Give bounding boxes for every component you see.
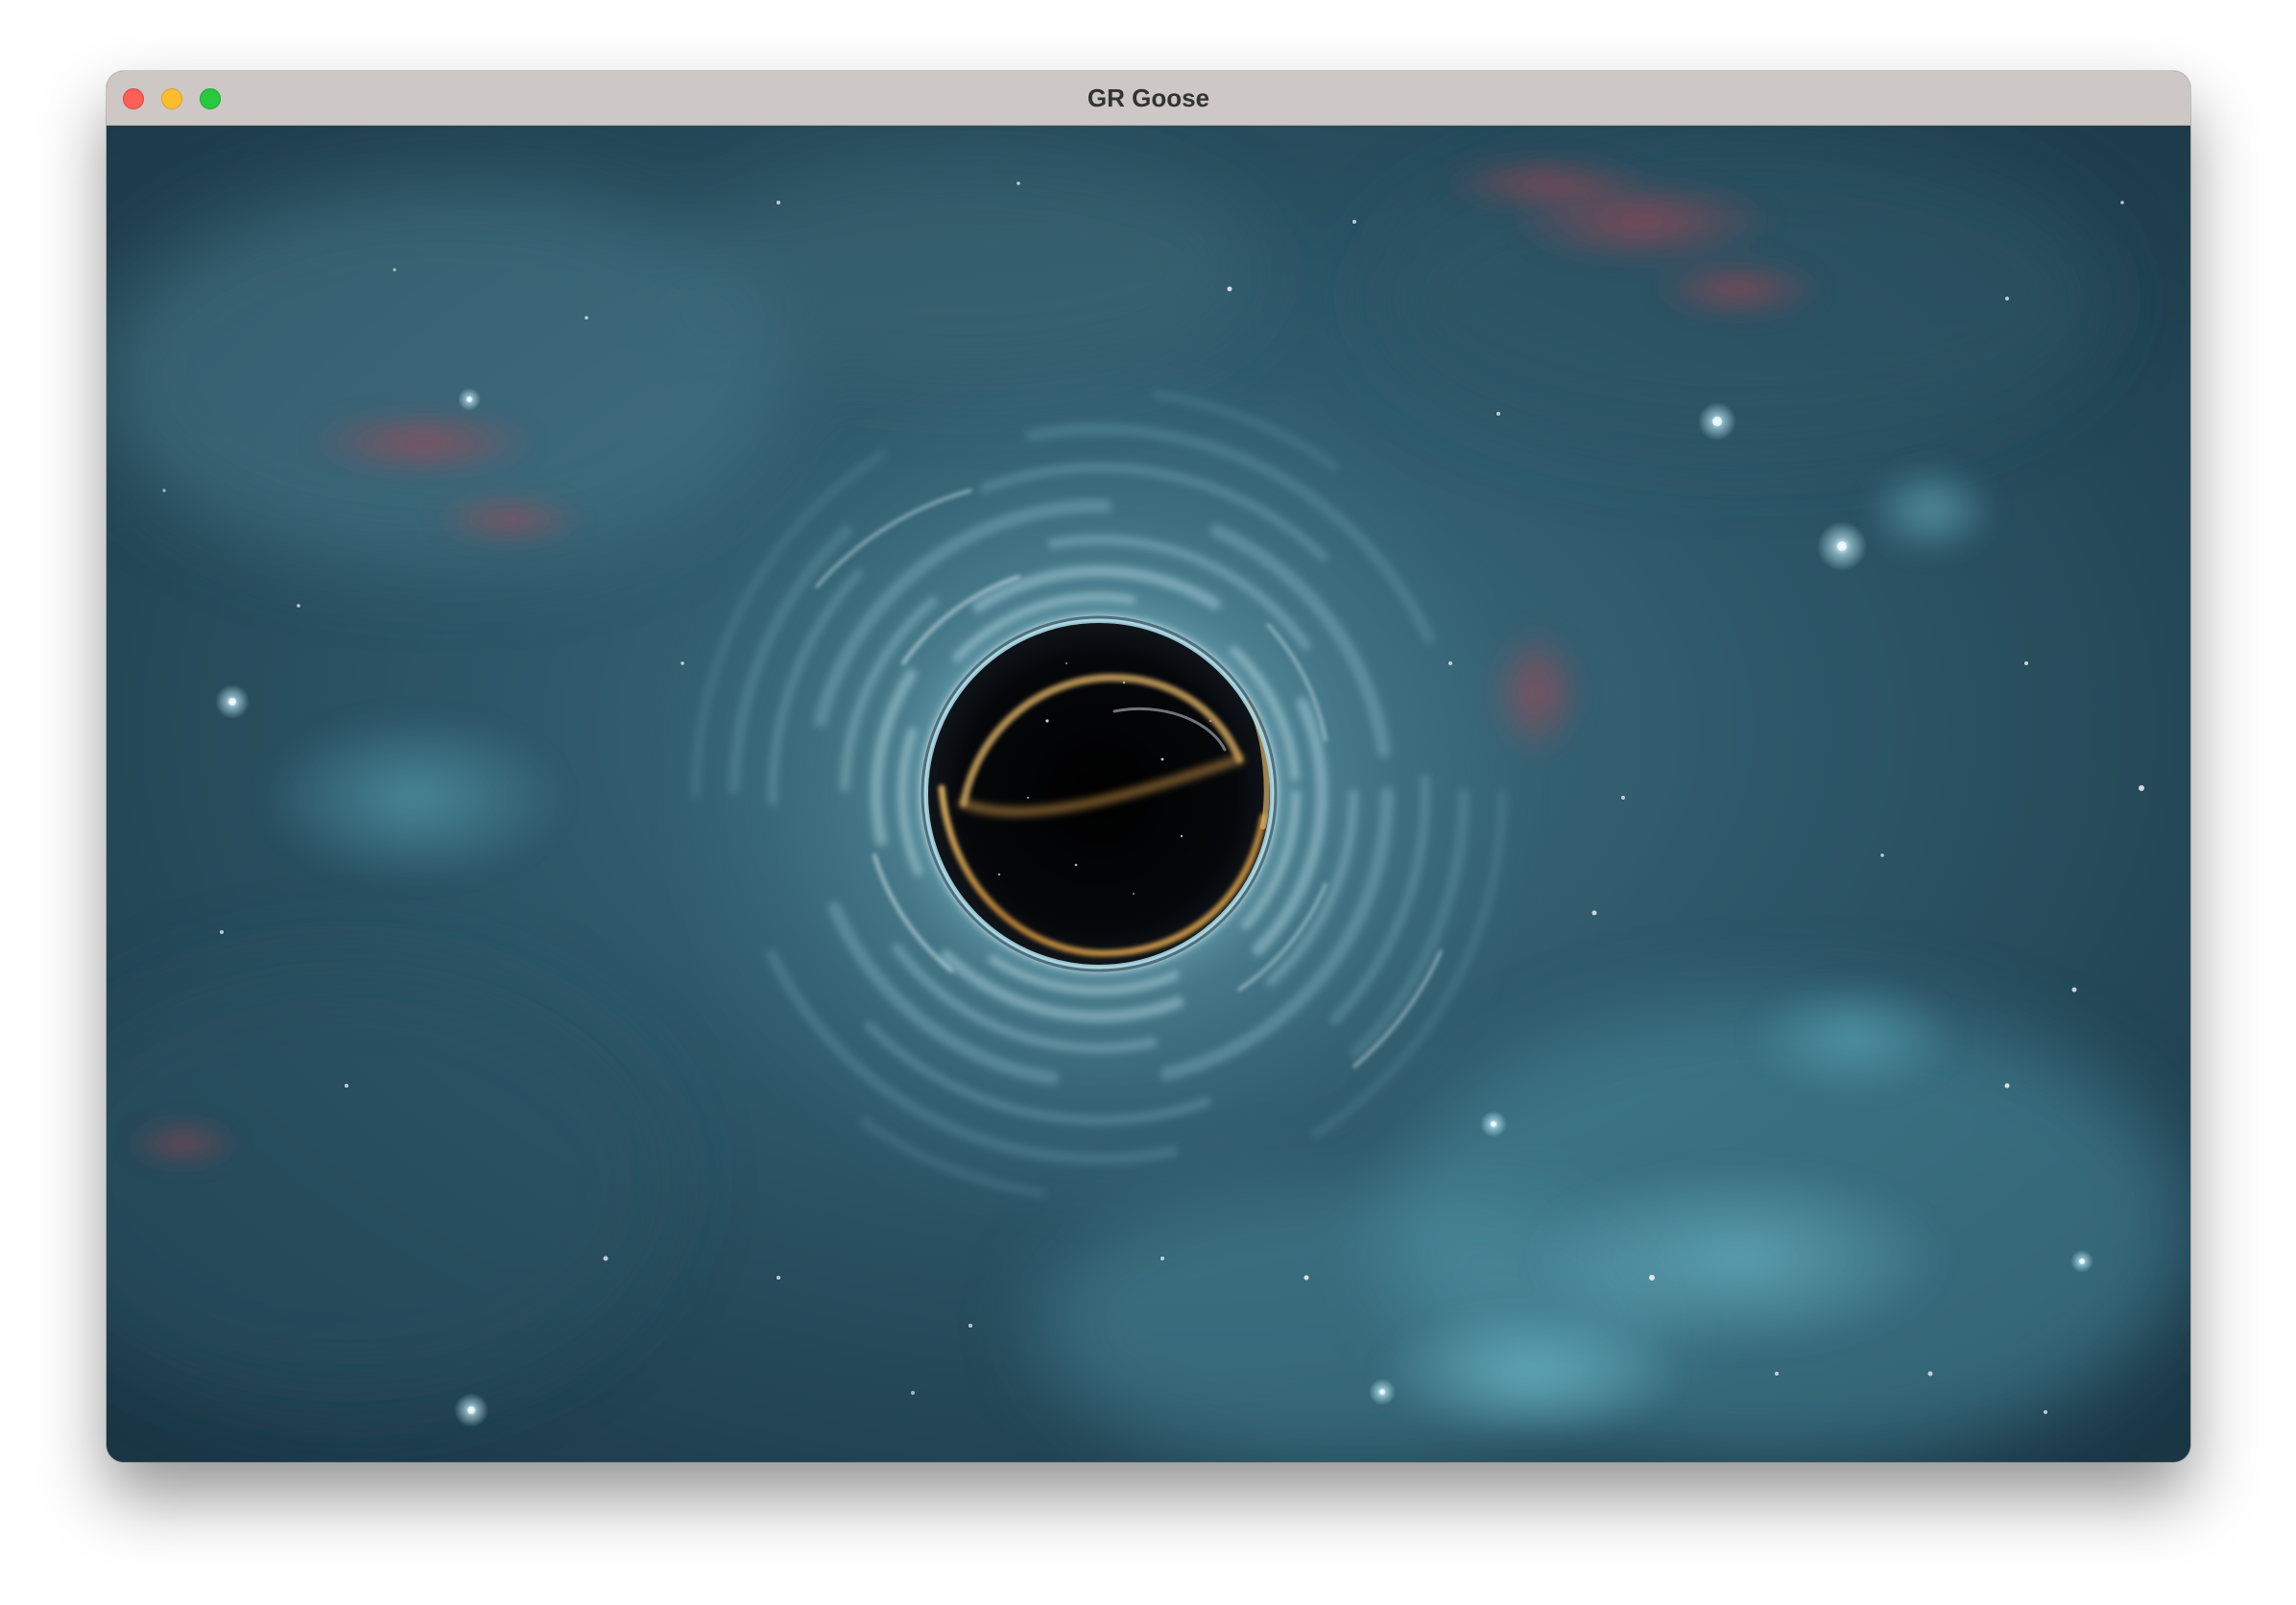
black-hole-shadow — [921, 615, 1278, 972]
window-title: GR Goose — [1087, 84, 1210, 112]
title-bar[interactable]: GR Goose — [107, 71, 2190, 126]
black-hole-render — [107, 126, 2190, 1462]
app-window: GR Goose — [107, 71, 2190, 1462]
render-viewport[interactable] — [107, 126, 2190, 1462]
